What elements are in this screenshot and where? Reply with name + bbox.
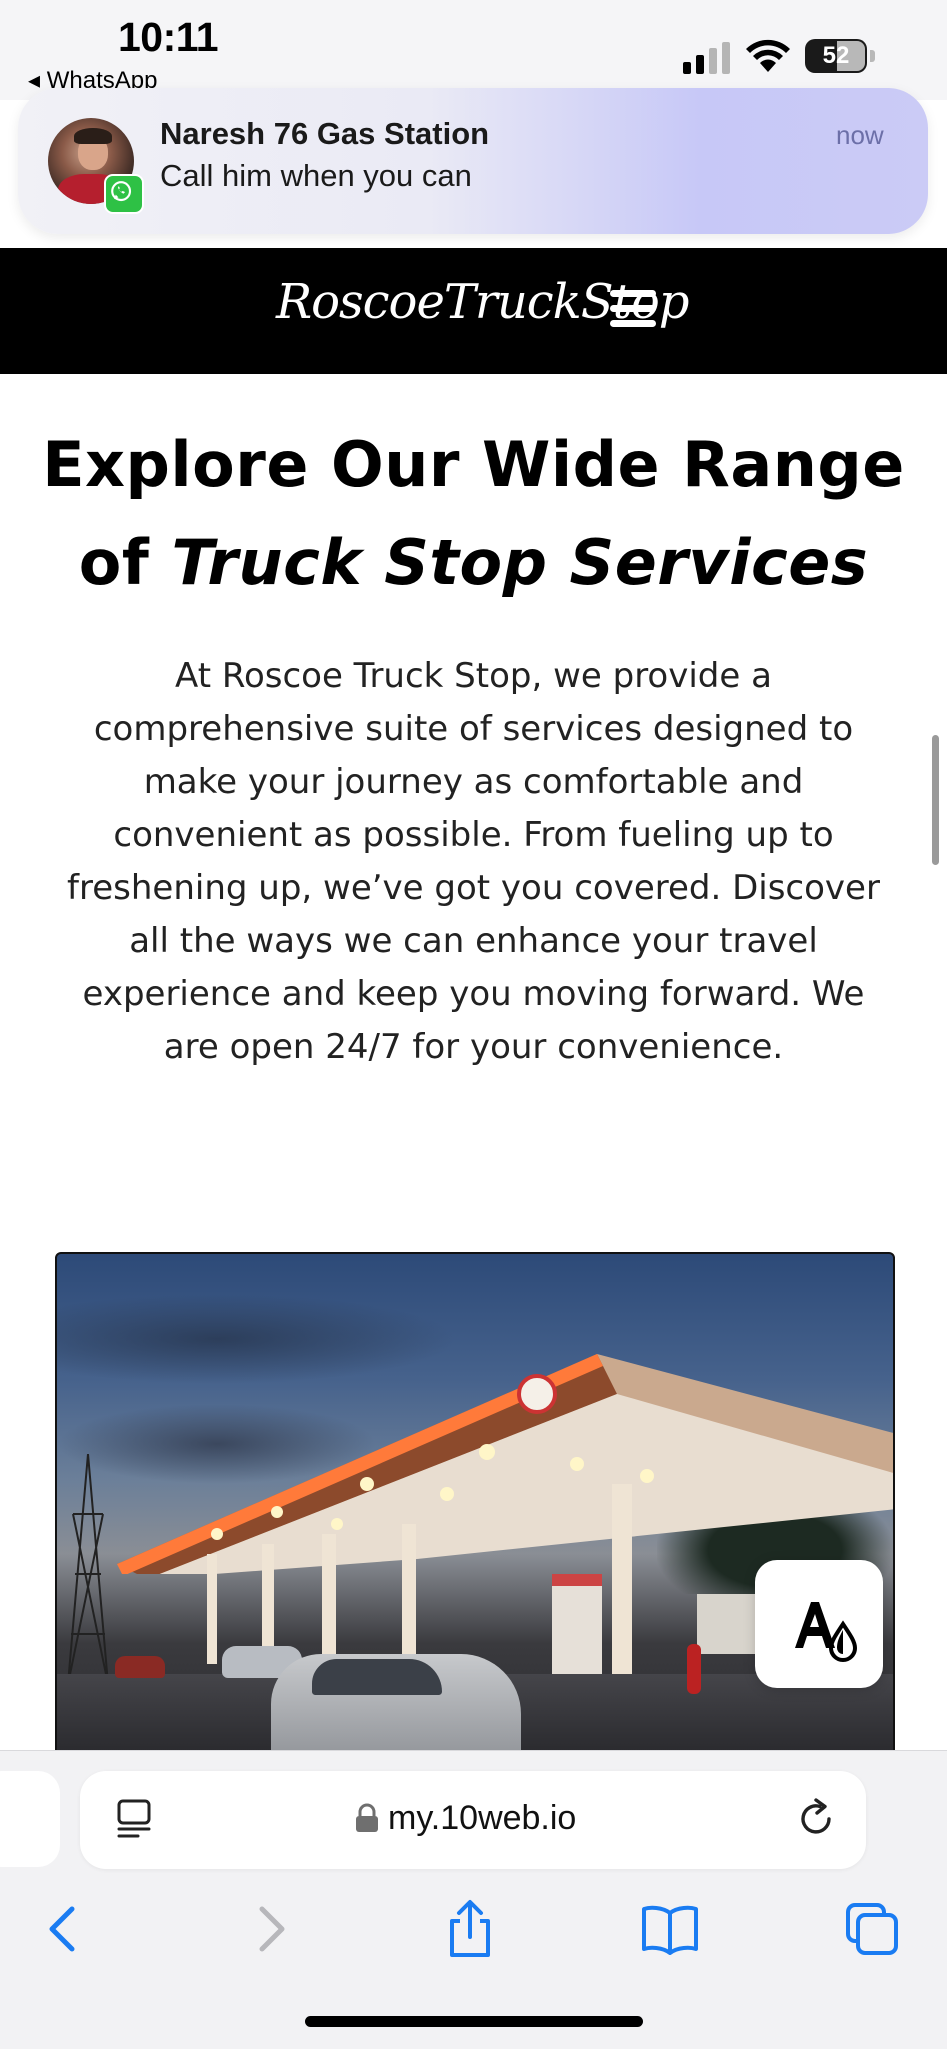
clock: 10:11 [118, 14, 219, 60]
browser-toolbar: my.10web.io [0, 1750, 947, 2049]
reader-icon[interactable] [116, 1799, 152, 1839]
site-header: RoscoeTruckStop [0, 248, 947, 374]
reload-icon[interactable] [796, 1797, 838, 1841]
notification-time: now [836, 120, 884, 150]
forward-icon[interactable] [240, 1899, 300, 1959]
share-icon[interactable] [440, 1899, 500, 1959]
notification-banner[interactable]: Naresh 76 Gas Station Call him when you … [18, 88, 928, 234]
cellular-signal-icon [683, 42, 730, 74]
heading-emphasis: Truck Stop Services [171, 526, 869, 599]
address-bar[interactable]: my.10web.io [80, 1771, 866, 1869]
page-heading: Explore Our Wide Range of Truck Stop Ser… [40, 416, 907, 612]
whatsapp-icon [104, 174, 144, 214]
page-scrollbar[interactable] [932, 735, 939, 865]
battery-icon: 52 [805, 39, 877, 73]
hamburger-menu-icon[interactable] [610, 290, 656, 328]
home-indicator[interactable] [305, 2016, 643, 2027]
back-icon[interactable] [34, 1899, 94, 1959]
accessibility-widget-button[interactable] [755, 1560, 883, 1688]
bookmarks-icon[interactable] [640, 1899, 700, 1959]
tabs-icon[interactable] [842, 1899, 902, 1959]
notification-title: Naresh 76 Gas Station [160, 116, 490, 151]
url-text[interactable]: my.10web.io [388, 1799, 576, 1838]
notification-body: Call him when you can [160, 158, 472, 193]
intro-paragraph: At Roscoe Truck Stop, we provide a compr… [67, 656, 880, 1067]
battery-level: 52 [822, 42, 850, 69]
contrast-drop-icon [795, 1602, 858, 1662]
wifi-icon [746, 39, 790, 72]
previous-tab-preview[interactable] [0, 1771, 60, 1867]
status-bar: 10:11 ◂ WhatsApp 52 [0, 0, 947, 100]
lock-icon [356, 1803, 378, 1832]
